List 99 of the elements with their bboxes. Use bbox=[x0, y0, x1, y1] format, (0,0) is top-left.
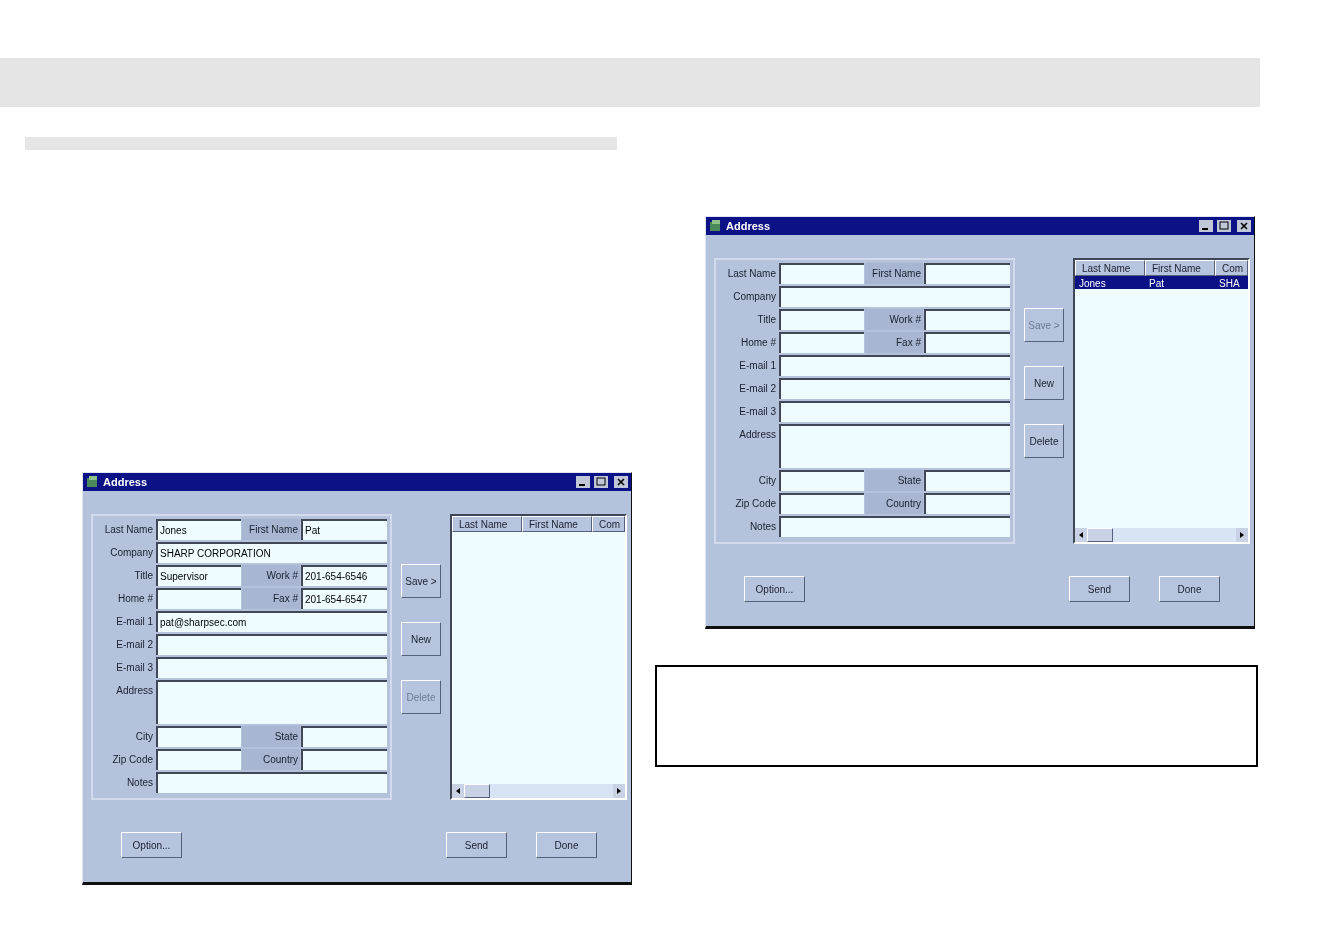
minimize-icon[interactable] bbox=[1199, 220, 1213, 232]
text-field[interactable] bbox=[156, 680, 387, 724]
field-label: Company bbox=[732, 290, 777, 304]
scroll-right-icon[interactable] bbox=[1236, 528, 1248, 542]
text-field[interactable] bbox=[779, 424, 1010, 468]
text-field[interactable] bbox=[779, 309, 864, 330]
minimize-icon[interactable] bbox=[576, 476, 590, 488]
field-label: Fax # bbox=[865, 332, 923, 353]
text-field[interactable] bbox=[156, 749, 241, 770]
field-label: E-mail 1 bbox=[738, 359, 777, 373]
text-field[interactable] bbox=[156, 657, 387, 678]
app-icon bbox=[86, 476, 99, 488]
field-label: State bbox=[242, 726, 300, 747]
field-label: Work # bbox=[242, 565, 300, 586]
horizontal-scrollbar[interactable] bbox=[1075, 528, 1248, 542]
window-title: Address bbox=[103, 474, 148, 490]
field-label: Last Name bbox=[726, 267, 777, 281]
horizontal-scrollbar[interactable] bbox=[452, 784, 625, 798]
text-field[interactable] bbox=[779, 401, 1010, 422]
text-field[interactable] bbox=[779, 263, 864, 284]
text-field[interactable] bbox=[779, 493, 864, 514]
field-label: City bbox=[757, 474, 777, 488]
dialog-button[interactable]: Done bbox=[1159, 576, 1220, 602]
text-field[interactable] bbox=[779, 332, 864, 353]
text-field[interactable] bbox=[779, 516, 1010, 537]
scroll-thumb[interactable] bbox=[464, 784, 490, 798]
scroll-left-icon[interactable] bbox=[1075, 528, 1087, 542]
scroll-right-icon[interactable] bbox=[613, 784, 625, 798]
column-header[interactable]: Last Name bbox=[452, 516, 522, 532]
text-field[interactable] bbox=[924, 263, 1010, 284]
column-header[interactable]: First Name bbox=[522, 516, 592, 532]
maximize-icon[interactable] bbox=[1217, 220, 1231, 232]
field-label: Country bbox=[865, 493, 923, 514]
text-field[interactable]: Pat bbox=[301, 519, 387, 540]
dialog-button[interactable]: Option... bbox=[744, 576, 805, 602]
column-header[interactable]: Last Name bbox=[1075, 260, 1145, 276]
text-field[interactable] bbox=[779, 286, 1010, 307]
field-label: State bbox=[865, 470, 923, 491]
app-icon bbox=[709, 220, 722, 232]
text-field[interactable] bbox=[924, 493, 1010, 514]
field-label: Home # bbox=[117, 592, 154, 606]
column-header[interactable]: Com bbox=[592, 516, 625, 532]
field-label: Home # bbox=[740, 336, 777, 350]
text-field[interactable]: 201-654-6546 bbox=[301, 565, 387, 586]
scroll-left-icon[interactable] bbox=[452, 784, 464, 798]
field-label: First Name bbox=[242, 519, 300, 540]
text-field[interactable] bbox=[301, 726, 387, 747]
field-label: Title bbox=[133, 569, 154, 583]
field-label: E-mail 3 bbox=[115, 661, 154, 675]
text-field[interactable] bbox=[156, 634, 387, 655]
field-label: Work # bbox=[865, 309, 923, 330]
text-field[interactable] bbox=[924, 470, 1010, 491]
field-label: Fax # bbox=[242, 588, 300, 609]
text-field[interactable] bbox=[779, 470, 864, 491]
field-label: City bbox=[134, 730, 154, 744]
field-label: Address bbox=[738, 428, 777, 442]
scroll-thumb[interactable] bbox=[1087, 528, 1113, 542]
text-field[interactable]: Jones bbox=[156, 519, 241, 540]
text-field[interactable]: Supervisor bbox=[156, 565, 241, 586]
close-icon[interactable] bbox=[614, 476, 628, 488]
list-row[interactable]: Jones Pat SHA bbox=[1075, 276, 1248, 289]
field-label: E-mail 2 bbox=[738, 382, 777, 396]
field-label: E-mail 3 bbox=[738, 405, 777, 419]
text-field[interactable]: 201-654-6547 bbox=[301, 588, 387, 609]
field-label: First Name bbox=[865, 263, 923, 284]
text-field[interactable] bbox=[301, 749, 387, 770]
field-label: Last Name bbox=[103, 523, 154, 537]
field-label: Address bbox=[115, 684, 154, 698]
maximize-icon[interactable] bbox=[594, 476, 608, 488]
column-header[interactable]: Com bbox=[1215, 260, 1248, 276]
text-field[interactable] bbox=[156, 726, 241, 747]
text-field[interactable] bbox=[156, 772, 387, 793]
dialog-button[interactable]: Option... bbox=[121, 832, 182, 858]
field-label: Notes bbox=[125, 776, 154, 790]
dialog-button[interactable]: Send bbox=[1069, 576, 1130, 602]
field-label: Country bbox=[242, 749, 300, 770]
dialog-button[interactable]: Send bbox=[446, 832, 507, 858]
text-field[interactable] bbox=[924, 309, 1010, 330]
field-label: Zip Code bbox=[734, 497, 777, 511]
dialog-button[interactable]: New bbox=[401, 622, 441, 656]
dialog-button[interactable]: Done bbox=[536, 832, 597, 858]
text-field[interactable]: SHARP CORPORATION bbox=[156, 542, 387, 563]
field-label: Zip Code bbox=[111, 753, 154, 767]
text-field[interactable] bbox=[156, 588, 241, 609]
text-field[interactable] bbox=[779, 355, 1010, 376]
text-field[interactable] bbox=[924, 332, 1010, 353]
field-label: E-mail 1 bbox=[115, 615, 154, 629]
dialog-button[interactable]: Delete bbox=[1024, 424, 1064, 458]
field-label: Company bbox=[109, 546, 154, 560]
column-header[interactable]: First Name bbox=[1145, 260, 1215, 276]
text-field[interactable]: pat@sharpsec.com bbox=[156, 611, 387, 632]
dialog-button[interactable]: Save > bbox=[401, 564, 441, 598]
window-title: Address bbox=[726, 218, 771, 234]
dialog-button[interactable]: New bbox=[1024, 366, 1064, 400]
close-icon[interactable] bbox=[1237, 220, 1251, 232]
field-label: Title bbox=[756, 313, 777, 327]
field-label: Notes bbox=[748, 520, 777, 534]
text-field[interactable] bbox=[779, 378, 1010, 399]
field-label: E-mail 2 bbox=[115, 638, 154, 652]
